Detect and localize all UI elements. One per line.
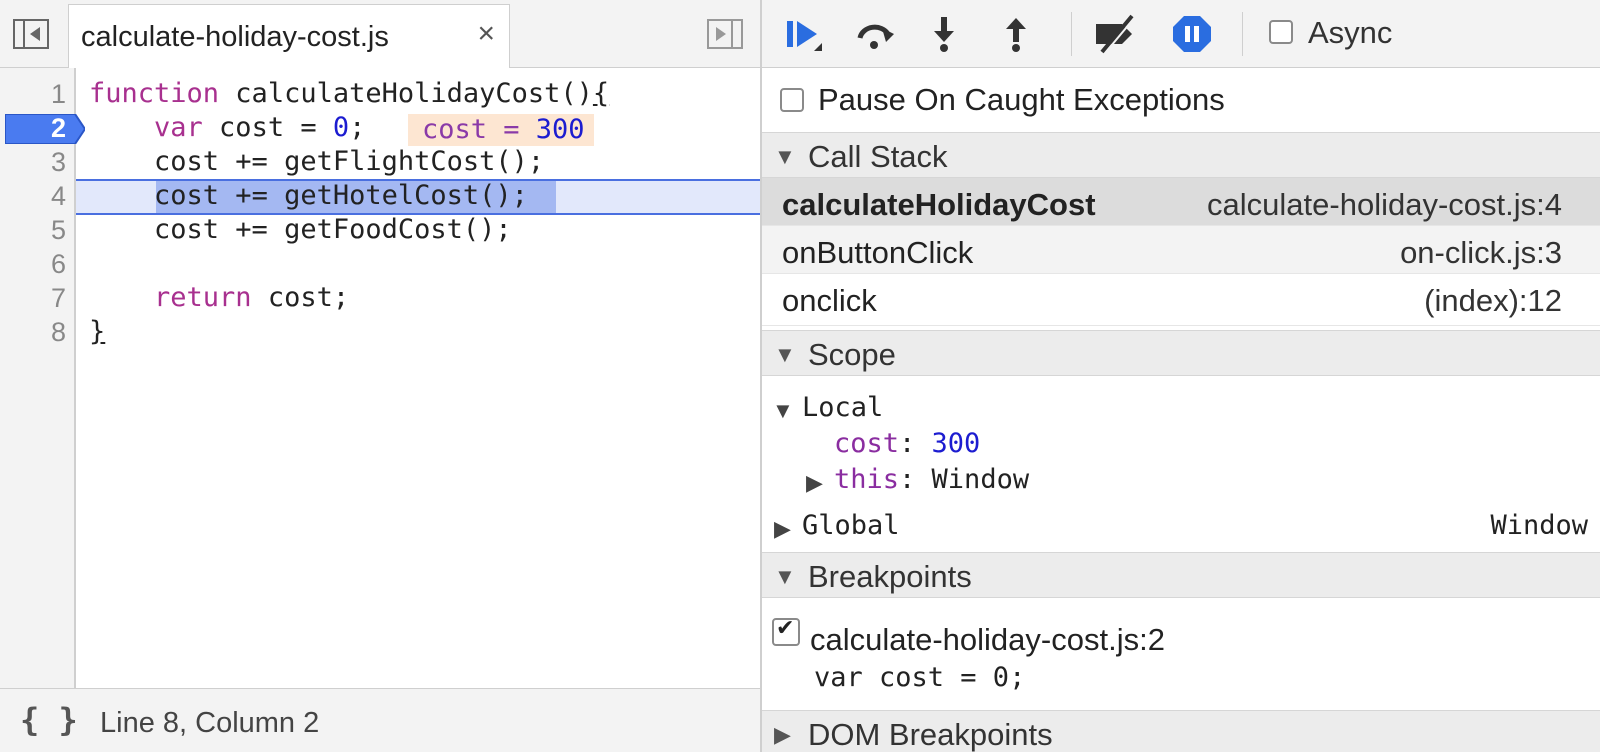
sources-pane: calculate-holiday-cost.js × 1 2 3 4 5 6 …: [0, 0, 760, 752]
section-title: Breakpoints: [808, 559, 972, 594]
breakpoint-code-snippet: var cost = 0;: [814, 662, 1026, 693]
line-number[interactable]: 1: [0, 77, 66, 111]
inline-value-number: 300: [535, 114, 585, 145]
toggle-navigator-icon[interactable]: [13, 19, 49, 49]
code-line-8: }: [89, 316, 106, 347]
pretty-print-icon[interactable]: { }: [20, 701, 78, 739]
editor-tab-bar: calculate-holiday-cost.js ×: [0, 0, 760, 68]
cursor-position: Line 8, Column 2: [100, 707, 320, 739]
call-frame[interactable]: calculateHolidayCost calculate-holiday-c…: [762, 178, 1600, 226]
async-label: Async: [1308, 15, 1393, 50]
scope-variable-cost[interactable]: cost: 300: [834, 428, 980, 459]
line-number[interactable]: 6: [0, 247, 66, 281]
breakpoint-checkbox[interactable]: [772, 615, 800, 646]
code-text: ;: [349, 112, 366, 143]
code-line-1: function calculateHolidayCost(){: [89, 77, 609, 111]
code-line-3: cost += getFlightCost();: [89, 146, 545, 177]
code-line-7: return cost;: [89, 281, 349, 315]
section-title: DOM Breakpoints: [808, 717, 1053, 752]
code-text: cost += getHotelCost();: [154, 180, 528, 211]
inline-variable-value: cost = 300: [408, 114, 594, 146]
toggle-debugger-icon[interactable]: [707, 19, 743, 49]
scope-variable-this[interactable]: this: Window: [834, 464, 1029, 495]
call-stack-header[interactable]: ▼ Call Stack: [762, 132, 1600, 178]
scope-global-label[interactable]: Global: [802, 510, 900, 541]
property-name: cost: [834, 428, 900, 459]
line-number[interactable]: 3: [0, 145, 66, 179]
step-over-icon[interactable]: [854, 14, 896, 54]
tab-close-icon[interactable]: ×: [477, 19, 495, 49]
call-frame[interactable]: onButtonClick on-click.js:3: [762, 226, 1600, 274]
number-literal: 0: [332, 112, 350, 143]
tab-title: calculate-holiday-cost.js: [81, 21, 389, 53]
expand-triangle-icon: ▶: [774, 722, 791, 747]
debugger-toolbar: Async: [762, 0, 1600, 68]
property-name: this: [834, 464, 900, 495]
debugger-sidebar: Async Pause On Caught Exceptions ▼ Call …: [762, 0, 1600, 752]
property-value: 300: [931, 428, 981, 459]
expand-triangle-icon[interactable]: ▶: [806, 470, 823, 496]
expand-triangle-icon[interactable]: ▶: [774, 516, 791, 542]
call-frame-function: onclick: [782, 283, 877, 318]
breakpoints-header[interactable]: ▼ Breakpoints: [762, 552, 1600, 598]
section-title: Call Stack: [808, 139, 948, 174]
editor-status-bar: { } Line 8, Column 2: [0, 688, 760, 752]
function-signature: calculateHolidayCost(): [219, 78, 593, 109]
toolbar-separator: [1071, 12, 1072, 56]
collapse-triangle-icon[interactable]: ▼: [772, 398, 794, 424]
pause-on-caught-exceptions-row: Pause On Caught Exceptions: [762, 68, 1600, 132]
line-number[interactable]: 8: [0, 315, 66, 349]
property-separator: :: [899, 428, 932, 459]
inline-value-name: cost =: [422, 114, 536, 145]
dom-breakpoints-header[interactable]: ▶ DOM Breakpoints: [762, 710, 1600, 752]
collapse-triangle-icon: ▼: [774, 342, 796, 367]
step-out-icon[interactable]: [995, 14, 1037, 54]
line-number[interactable]: 5: [0, 213, 66, 247]
code-line-4: cost += getHotelCost();: [89, 179, 528, 213]
async-checkbox[interactable]: [1269, 20, 1293, 44]
property-separator: :: [899, 464, 932, 495]
pause-on-caught-exceptions-checkbox[interactable]: [780, 88, 804, 112]
line-number-active[interactable]: 2: [0, 111, 66, 145]
code-line-2: var cost = 0;: [89, 111, 365, 145]
code-text: cost =: [202, 112, 333, 143]
code-line-5: cost += getFoodCost();: [89, 214, 512, 245]
pause-on-exceptions-icon[interactable]: [1171, 14, 1213, 54]
call-frame-function: calculateHolidayCost: [782, 187, 1096, 222]
open-brace: {: [592, 78, 610, 109]
collapse-triangle-icon: ▼: [774, 144, 796, 169]
breakpoint-location[interactable]: calculate-holiday-cost.js:2: [810, 622, 1165, 658]
keyword-var: var: [89, 112, 203, 143]
deactivate-breakpoints-icon[interactable]: [1092, 14, 1142, 54]
call-frame-function: onButtonClick: [782, 235, 974, 270]
code-text: cost;: [251, 282, 350, 313]
call-frame-location[interactable]: calculate-holiday-cost.js:4: [1207, 187, 1562, 223]
pause-on-caught-exceptions-label: Pause On Caught Exceptions: [818, 82, 1225, 117]
step-into-icon[interactable]: [923, 14, 965, 54]
line-number[interactable]: 7: [0, 281, 66, 315]
scope-header[interactable]: ▼ Scope: [762, 330, 1600, 376]
scope-local-label[interactable]: Local: [802, 392, 883, 423]
editor-tab-calculate-holiday-cost[interactable]: calculate-holiday-cost.js ×: [68, 4, 510, 68]
line-number[interactable]: 4: [0, 179, 66, 213]
collapse-triangle-icon: ▼: [774, 564, 796, 589]
call-frame[interactable]: onclick (index):12: [762, 274, 1600, 326]
keyword-function: function: [89, 78, 220, 109]
call-frame-location[interactable]: (index):12: [1424, 283, 1562, 319]
property-value: Window: [931, 464, 1030, 495]
code-editor[interactable]: 1 2 3 4 5 6 7 8 function calculateHolida…: [0, 68, 760, 688]
resume-icon[interactable]: [784, 14, 826, 54]
toolbar-separator: [1242, 12, 1243, 56]
scope-global-value: Window: [1490, 510, 1588, 541]
keyword-return: return: [89, 282, 252, 313]
call-frame-location[interactable]: on-click.js:3: [1400, 235, 1562, 271]
section-title: Scope: [808, 337, 896, 372]
